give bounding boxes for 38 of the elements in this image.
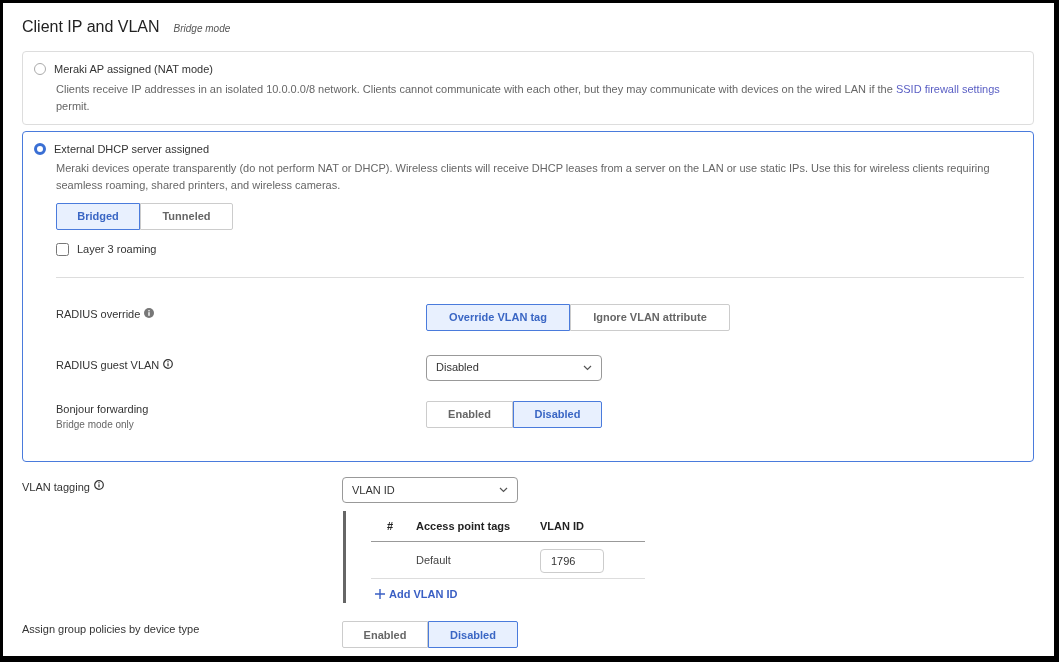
chevron-down-icon [583, 364, 592, 371]
radio-button[interactable] [34, 63, 46, 76]
section-subtitle: Bridge mode [173, 22, 231, 36]
setting-label: VLAN tagging [22, 480, 90, 495]
segment-button[interactable]: Disabled [513, 400, 602, 428]
setting-label: Assign group policies by device type [22, 622, 201, 638]
segment-button[interactable]: Override VLAN tag [426, 303, 570, 331]
setting-note: Bridge mode only [56, 418, 135, 432]
segment-button[interactable]: Bridged [56, 203, 140, 230]
settings-link[interactable]: SSID firewall settings [895, 82, 1000, 95]
checkbox[interactable] [56, 242, 69, 256]
setting-label: RADIUS override [56, 306, 141, 322]
option-description: Clients receive IP addresses in an isolated 10.0.0.0/8 network. Clients cannot communicate with each other, but they may communicate with devices on the wired LAN if the SSID firewall settings permit. [56, 81, 1001, 114]
segment-button[interactable]: Enabled [426, 400, 513, 428]
info-icon [144, 307, 155, 318]
dropdown[interactable]: VLAN ID [342, 477, 518, 503]
plus-icon [375, 588, 385, 599]
radio-button[interactable] [34, 142, 46, 155]
vlan-id-field[interactable]: 1796 [540, 548, 604, 573]
option-description: Meraki devices operate transparently (do not perform NAT or DHCP). Wireless clients will receive DHCP leases from a server on the LAN or use static IPs. Use this for wireless clients requiring seamless roaming, shared printers, and wireless cameras. [56, 161, 991, 193]
segment-button[interactable]: Tunneled [140, 203, 233, 230]
column-header: Access point tags [416, 518, 540, 541]
segment-button[interactable]: Ignore VLAN attribute [570, 303, 730, 331]
chevron-down-icon [499, 487, 508, 493]
column-header: # [371, 518, 416, 541]
dropdown[interactable]: Disabled [426, 354, 602, 381]
setting-label: Bonjour forwarding [56, 401, 150, 417]
segment-button[interactable]: Disabled [428, 621, 518, 649]
info-icon [163, 358, 174, 369]
option-label[interactable]: External DHCP server assigned [54, 140, 210, 157]
setting-label: RADIUS guest VLAN [56, 357, 160, 373]
section-title: Client IP and VLAN [22, 17, 160, 37]
add-vlan-link[interactable]: Add VLAN ID [375, 585, 458, 602]
checkbox-label[interactable]: Layer 3 roaming [77, 241, 157, 258]
column-header: VLAN ID [540, 518, 645, 541]
info-icon [93, 480, 104, 490]
option-label[interactable]: Meraki AP assigned (NAT mode) [54, 61, 213, 78]
segment-button[interactable]: Enabled [342, 621, 428, 649]
